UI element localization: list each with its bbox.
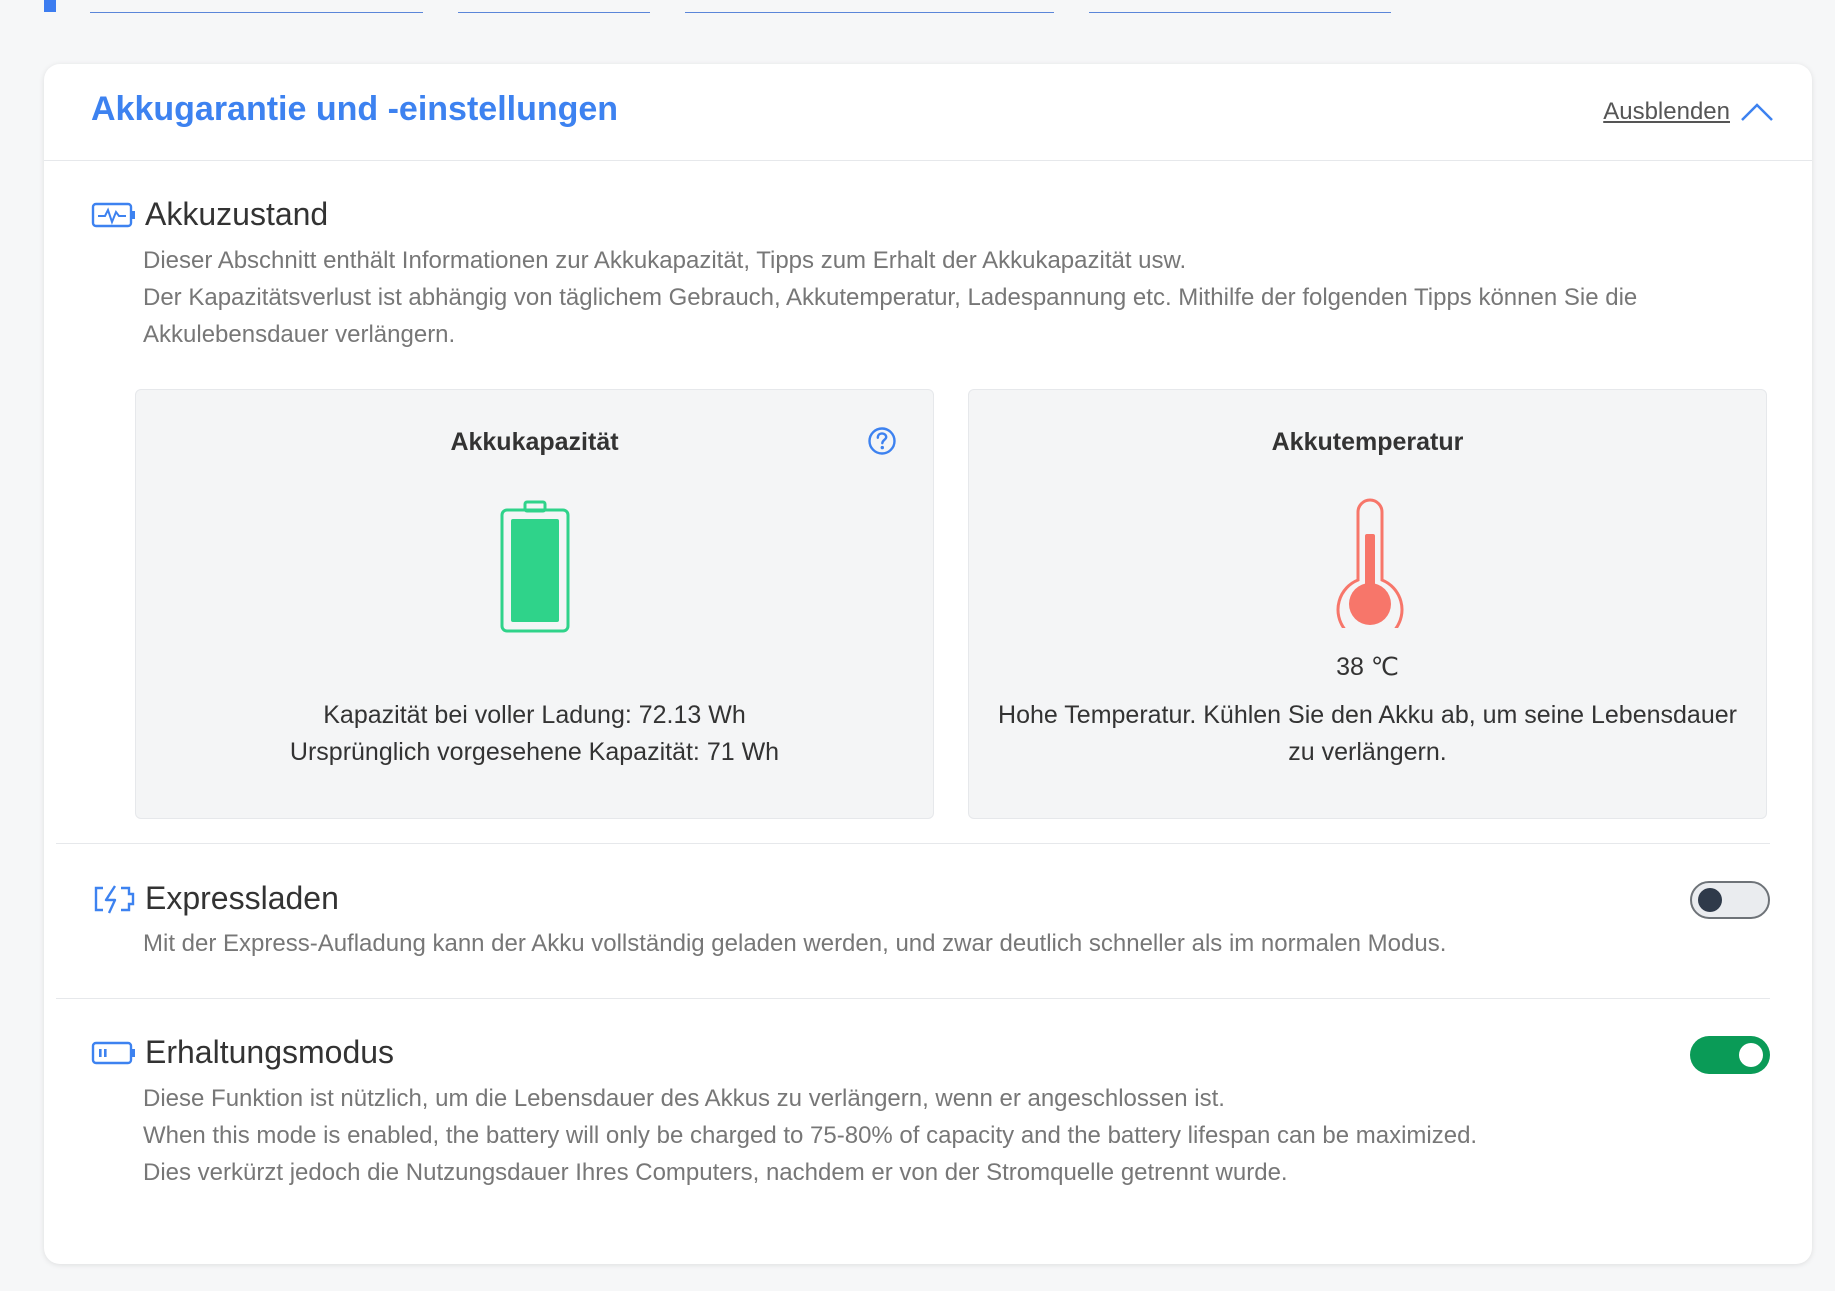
maintenance-mode-title: Erhaltungsmodus [145, 1034, 395, 1070]
temperature-panel: Akkutemperatur 38 ℃ Hohe Temperatur. Küh… [968, 389, 1767, 819]
battery-full-icon [500, 500, 570, 633]
description-line: When this mode is enabled, the battery w… [143, 1122, 1478, 1149]
top-nav-link-2[interactable] [458, 0, 650, 13]
express-charge-description: Mit der Express-Aufladung kann der Akku … [143, 925, 1643, 962]
chevron-up-icon[interactable] [1740, 101, 1774, 123]
capacity-panel: Akkukapazität Kapazität bei voller Ladun… [135, 389, 934, 819]
question-circle-icon[interactable] [867, 426, 897, 456]
temperature-message-line: Hohe Temperatur. Kühlen Sie den Akku ab,… [998, 701, 1737, 729]
maintenance-mode-description: Diese Funktion ist nützlich, um die Lebe… [143, 1080, 1643, 1191]
description-line: Diese Funktion ist nützlich, um die Lebe… [143, 1085, 1225, 1112]
section-divider [56, 998, 1770, 999]
maintenance-mode-header: Erhaltungsmodus [91, 1034, 394, 1071]
battery-health-description: Dieser Abschnitt enthält Informationen z… [143, 242, 1643, 353]
hide-section-label[interactable]: Ausblenden [1603, 98, 1730, 126]
description-line: Dies verkürzt jedoch die Nutzungsdauer I… [143, 1159, 1288, 1186]
express-charge-title: Expressladen [145, 880, 339, 916]
express-charge-toggle[interactable] [1690, 881, 1770, 919]
toggle-knob [1739, 1043, 1763, 1067]
description-line: Dieser Abschnitt enthält Informationen z… [143, 247, 1187, 274]
express-charge-header: Expressladen [91, 880, 339, 917]
temperature-message-line: zu verlängern. [1288, 738, 1447, 766]
description-line: Akkulebensdauer verlängern. [143, 321, 456, 348]
top-nav-link-1[interactable] [90, 0, 423, 13]
card-header: Akkugarantie und -einstellungen Ausblend… [44, 64, 1812, 161]
full-charge-capacity: Kapazität bei voller Ladung: 72.13 Wh [323, 701, 746, 729]
battery-health-header: Akkuzustand [91, 196, 328, 233]
battery-settings-card: Akkugarantie und -einstellungen Ausblend… [44, 64, 1812, 1264]
battery-health-title: Akkuzustand [145, 196, 329, 232]
section-divider [56, 843, 1770, 844]
active-nav-indicator [44, 0, 56, 12]
hide-section-button[interactable]: Ausblenden [1603, 98, 1774, 126]
description-line: Der Kapazitätsverlust ist abhängig von t… [143, 284, 1638, 311]
temperature-message: Hohe Temperatur. Kühlen Sie den Akku ab,… [969, 697, 1766, 771]
toggle-knob [1698, 888, 1722, 912]
capacity-values: Kapazität bei voller Ladung: 72.13 Wh Ur… [136, 697, 933, 771]
maintenance-mode-toggle[interactable] [1690, 1036, 1770, 1074]
temperature-panel-title: Akkutemperatur [1271, 428, 1464, 456]
design-capacity: Ursprünglich vorgesehene Kapazität: 71 W… [289, 738, 780, 766]
temperature-value: 38 ℃ [1336, 653, 1399, 681]
capacity-panel-title: Akkukapazität [450, 428, 619, 456]
lightning-charge-icon [94, 884, 135, 914]
battery-pulse-icon [91, 202, 135, 227]
card-title: Akkugarantie und -einstellungen [91, 90, 619, 128]
top-nav-link-3[interactable] [685, 0, 1054, 13]
description-line: Mit der Express-Aufladung kann der Akku … [143, 930, 1447, 957]
battery-low-icon [91, 1041, 135, 1064]
thermometer-icon [1336, 498, 1404, 628]
top-nav-link-4[interactable] [1089, 0, 1391, 13]
